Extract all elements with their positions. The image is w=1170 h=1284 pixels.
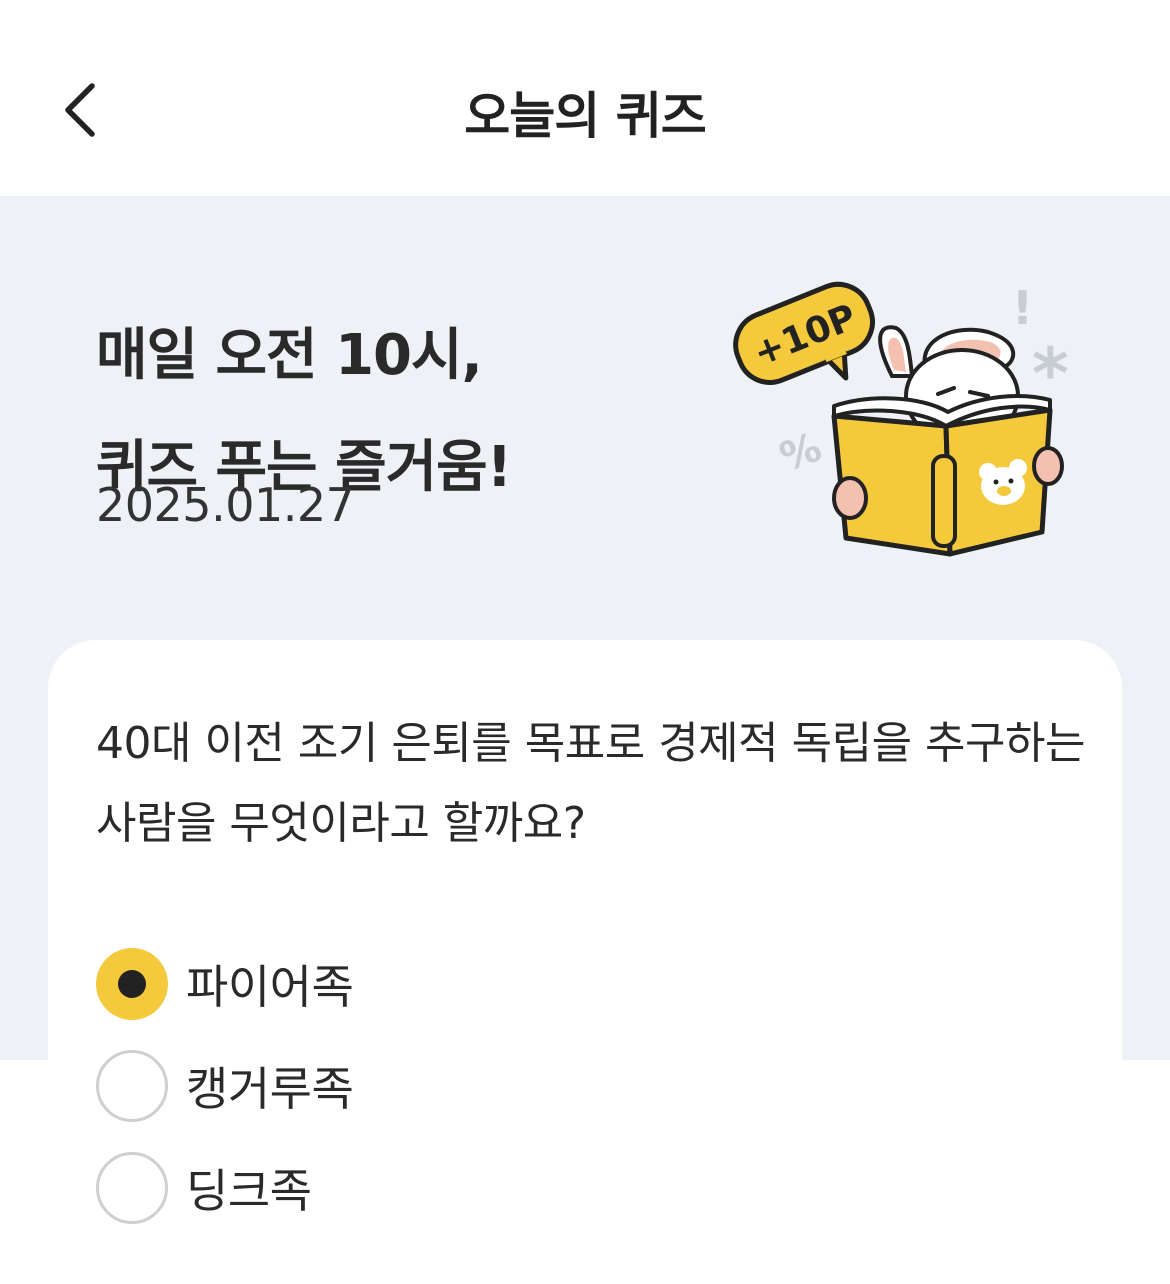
percent-mark: % xyxy=(774,424,827,481)
radio-button[interactable] xyxy=(96,1152,168,1224)
quiz-option-label: 딩크족 xyxy=(186,1164,312,1218)
header-bar: 오늘의 퀴즈 xyxy=(0,0,1170,196)
quiz-option-label: 파이어족 xyxy=(186,960,354,1014)
quiz-option-label: 캥거루족 xyxy=(186,1062,354,1116)
quiz-option-3[interactable]: 딩크족 xyxy=(96,1150,696,1226)
radio-dot xyxy=(118,970,146,998)
quiz-date: 2025.01.27 xyxy=(96,478,355,532)
points-badge: +10P xyxy=(733,281,875,385)
radio-button-selected[interactable] xyxy=(96,948,168,1020)
radio-button[interactable] xyxy=(96,1050,168,1122)
quiz-option-2[interactable]: 캥거루족 xyxy=(96,1048,696,1124)
page-title: 오늘의 퀴즈 xyxy=(464,87,706,145)
quiz-option-1[interactable]: 파이어족 xyxy=(96,946,696,1022)
hero-title-line-1: 매일 오전 10시, xyxy=(96,323,483,388)
rabbit-reading-book-illustration: ! * % +10P xyxy=(733,281,1069,557)
quiz-question: 40대 이전 조기 은퇴를 목표로 경제적 독립을 추구하는 사람을 무엇이라고… xyxy=(96,718,1085,849)
quiz-card: 40대 이전 조기 은퇴를 목표로 경제적 독립을 추구하는 사람을 무엇이라고… xyxy=(48,640,1122,1284)
exclamation-mark: ! xyxy=(1012,281,1033,335)
